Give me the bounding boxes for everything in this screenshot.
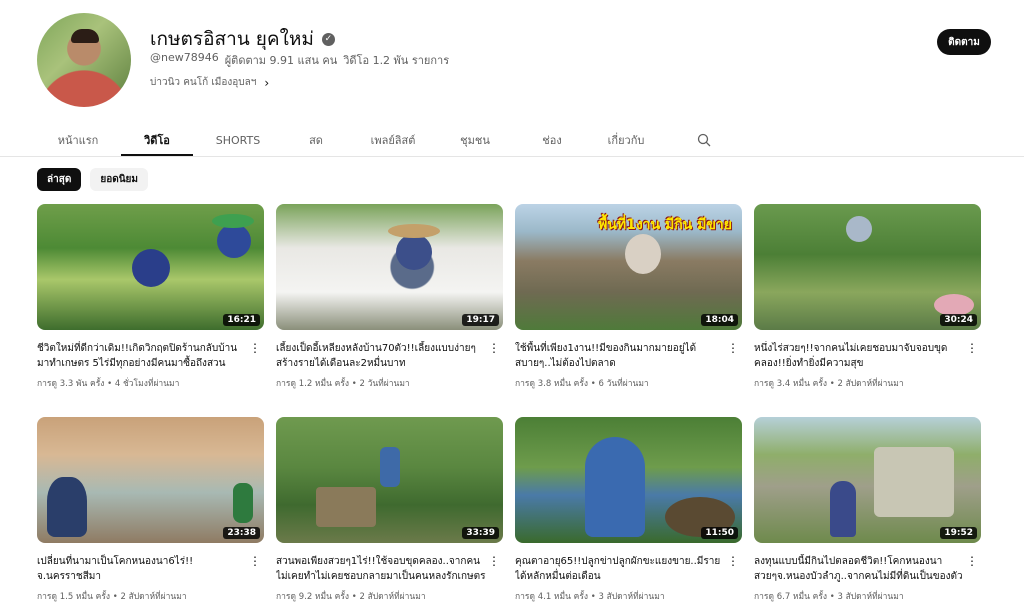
video-age: 4 ชั่วโมงที่ผ่านมา [114, 379, 180, 389]
video-meta: การดู 3.4 หมื่น ครั้ง • 2 สัปดาห์ที่ผ่าน… [754, 379, 904, 389]
more-actions-icon[interactable]: ⋮ [725, 554, 741, 603]
video-meta: การดู 9.2 หมื่น ครั้ง • 2 สัปดาห์ที่ผ่าน… [276, 592, 426, 602]
video-meta: การดู 4.1 หมื่น ครั้ง • 3 สัปดาห์ที่ผ่าน… [515, 592, 665, 602]
video-duration: 11:50 [701, 527, 738, 539]
video-card[interactable]: 30:24 หนึ่งไร่สวยๆ!!จากคนไม่เคยชอบมาจับจ… [754, 204, 981, 417]
subscribe-button[interactable]: ติดตาม [937, 29, 991, 55]
tab-playlists[interactable]: เพลย์ลิสต์ [349, 124, 437, 156]
video-meta: การดู 1.5 หมื่น ครั้ง • 2 สัปดาห์ที่ผ่าน… [37, 592, 187, 602]
video-duration: 19:17 [462, 314, 499, 326]
video-duration: 30:24 [940, 314, 977, 326]
chip-latest[interactable]: ล่าสุด [37, 168, 82, 191]
video-meta: การดู 3.3 พัน ครั้ง • 4 ชั่วโมงที่ผ่านมา [37, 379, 180, 389]
video-card[interactable]: 19:52 ลงทุนแบบนี้มีกินไปตลอดชีวิต!!โคกหน… [754, 417, 981, 614]
video-age: 2 วันที่ผ่านมา [359, 379, 410, 389]
thumbnail-overlay-text: พื้นที่1งาน มีกิน มีขาย [598, 217, 732, 233]
channel-subscribers: ผู้ติดตาม 9.91 แสน คน [224, 54, 338, 67]
video-title[interactable]: ใช้พื้นที่เพียง1งาน!!มีของกินมากมายอยู่ไ… [515, 341, 725, 371]
more-actions-icon[interactable]: ⋮ [486, 341, 502, 390]
tab-community[interactable]: ชุมชน [437, 124, 513, 156]
video-title[interactable]: คุณตาอายุ65!!ปลูกข่าปลูกผักขะแยงขาย..มีร… [515, 554, 725, 584]
video-duration: 18:04 [701, 314, 738, 326]
video-views: การดู 3.3 พัน ครั้ง [37, 379, 105, 389]
video-views: การดู 4.1 หมื่น ครั้ง [515, 592, 589, 602]
video-title[interactable]: เปลี่ยนที่นามาเป็นโคกหนองนา6ไร่!!จ.นครรา… [37, 554, 247, 584]
channel-videos-count: วิดีโอ 1.2 พัน รายการ [343, 54, 450, 67]
more-actions-icon[interactable]: ⋮ [725, 341, 741, 390]
search-icon[interactable] [689, 124, 719, 156]
tab-home[interactable]: หน้าแรก [35, 124, 121, 156]
video-thumbnail[interactable]: 23:38 [37, 417, 264, 543]
video-title[interactable]: ลงทุนแบบนี้มีกินไปตลอดชีวิต!!โคกหนองนาสว… [754, 554, 964, 584]
video-views: การดู 1.2 หมื่น ครั้ง [276, 379, 350, 389]
more-actions-icon[interactable]: ⋮ [247, 341, 263, 390]
video-meta: การดู 6.7 หมื่น ครั้ง • 3 สัปดาห์ที่ผ่าน… [754, 592, 904, 602]
video-views: การดู 9.2 หมื่น ครั้ง [276, 592, 350, 602]
video-thumbnail[interactable]: 33:39 [276, 417, 503, 543]
channel-meta: @new78946 ผู้ติดตาม 9.91 แสน คน วิดีโอ 1… [150, 51, 449, 69]
video-thumbnail[interactable]: 19:52 [754, 417, 981, 543]
more-actions-icon[interactable]: ⋮ [486, 554, 502, 603]
verified-icon: ✓ [321, 32, 335, 46]
tab-channels[interactable]: ช่อง [513, 124, 591, 156]
video-duration: 33:39 [462, 527, 499, 539]
video-views: การดู 3.8 หมื่น ครั้ง [515, 379, 589, 389]
video-meta: การดู 3.8 หมื่น ครั้ง • 6 วันที่ผ่านมา [515, 379, 649, 389]
tabs-divider [0, 156, 1024, 157]
video-card[interactable]: 23:38 เปลี่ยนที่นามาเป็นโคกหนองนา6ไร่!!จ… [37, 417, 264, 614]
more-actions-icon[interactable]: ⋮ [964, 554, 980, 603]
sort-chips: ล่าสุด ยอดนิยม [37, 168, 148, 191]
video-thumbnail[interactable]: 19:17 [276, 204, 503, 330]
search-icon-glyph [697, 133, 711, 147]
video-age: 3 สัปดาห์ที่ผ่านมา [837, 592, 904, 602]
chip-popular[interactable]: ยอดนิยม [90, 168, 148, 191]
video-meta: การดู 1.2 หมื่น ครั้ง • 2 วันที่ผ่านมา [276, 379, 410, 389]
tab-shorts[interactable]: SHORTS [193, 124, 283, 156]
video-card[interactable]: พื้นที่1งาน มีกิน มีขาย 18:04 ใช้พื้นที่… [515, 204, 742, 417]
video-age: 2 สัปดาห์ที่ผ่านมา [120, 592, 187, 602]
video-card[interactable]: 19:17 เลี้ยงเป็ดอี้เหลียงหลังบ้าน70ตัว!!… [276, 204, 503, 417]
channel-tabs: หน้าแรก วิดีโอ SHORTS สด เพลย์ลิสต์ ชุมช… [35, 124, 719, 156]
video-views: การดู 6.7 หมื่น ครั้ง [754, 592, 828, 602]
video-duration: 23:38 [223, 527, 260, 539]
video-thumbnail[interactable]: พื้นที่1งาน มีกิน มีขาย 18:04 [515, 204, 742, 330]
channel-description-text: บ่าวนิว คนโก้ เมืองอุบลฯ [150, 77, 257, 88]
video-title[interactable]: สวนพอเพียงสวยๆ1ไร่!!ใช้จอบขุดคลอง..จากคน… [276, 554, 486, 584]
video-duration: 19:52 [940, 527, 977, 539]
video-card[interactable]: 33:39 สวนพอเพียงสวยๆ1ไร่!!ใช้จอบขุดคลอง.… [276, 417, 503, 614]
tab-live[interactable]: สด [283, 124, 349, 156]
video-title[interactable]: หนึ่งไร่สวยๆ!!จากคนไม่เคยชอบมาจับจอบขุดค… [754, 341, 964, 371]
video-views: การดู 3.4 หมื่น ครั้ง [754, 379, 828, 389]
more-actions-icon[interactable]: ⋮ [247, 554, 263, 603]
video-duration: 16:21 [223, 314, 260, 326]
video-grid: 16:21 ชีวิตใหม่ที่ดีกว่าเดิม!!เกิดวิกฤตป… [37, 204, 981, 614]
more-actions-icon[interactable]: ⋮ [964, 341, 980, 390]
video-card[interactable]: 11:50 คุณตาอายุ65!!ปลูกข่าปลูกผักขะแยงขา… [515, 417, 742, 614]
video-age: 2 สัปดาห์ที่ผ่านมา [359, 592, 426, 602]
video-card[interactable]: 16:21 ชีวิตใหม่ที่ดีกว่าเดิม!!เกิดวิกฤตป… [37, 204, 264, 417]
video-title[interactable]: ชีวิตใหม่ที่ดีกว่าเดิม!!เกิดวิกฤตปิดร้าน… [37, 341, 247, 371]
chevron-right-icon: › [264, 75, 270, 90]
tab-videos[interactable]: วิดีโอ [121, 124, 193, 156]
video-age: 2 สัปดาห์ที่ผ่านมา [837, 379, 904, 389]
video-title[interactable]: เลี้ยงเป็ดอี้เหลียงหลังบ้าน70ตัว!!เลี้ยง… [276, 341, 486, 371]
tab-about[interactable]: เกี่ยวกับ [591, 124, 661, 156]
video-thumbnail[interactable]: 11:50 [515, 417, 742, 543]
channel-name: เกษตรอิสาน ยุคใหม่ [150, 28, 314, 50]
channel-handle: @new78946 [150, 51, 219, 64]
video-age: 3 สัปดาห์ที่ผ่านมา [598, 592, 665, 602]
channel-name-row: เกษตรอิสาน ยุคใหม่ ✓ [150, 24, 335, 54]
channel-description[interactable]: บ่าวนิว คนโก้ เมืองอุบลฯ › [150, 75, 269, 90]
video-views: การดู 1.5 หมื่น ครั้ง [37, 592, 111, 602]
video-thumbnail[interactable]: 30:24 [754, 204, 981, 330]
video-age: 6 วันที่ผ่านมา [598, 379, 649, 389]
channel-avatar[interactable] [37, 13, 131, 107]
video-thumbnail[interactable]: 16:21 [37, 204, 264, 330]
